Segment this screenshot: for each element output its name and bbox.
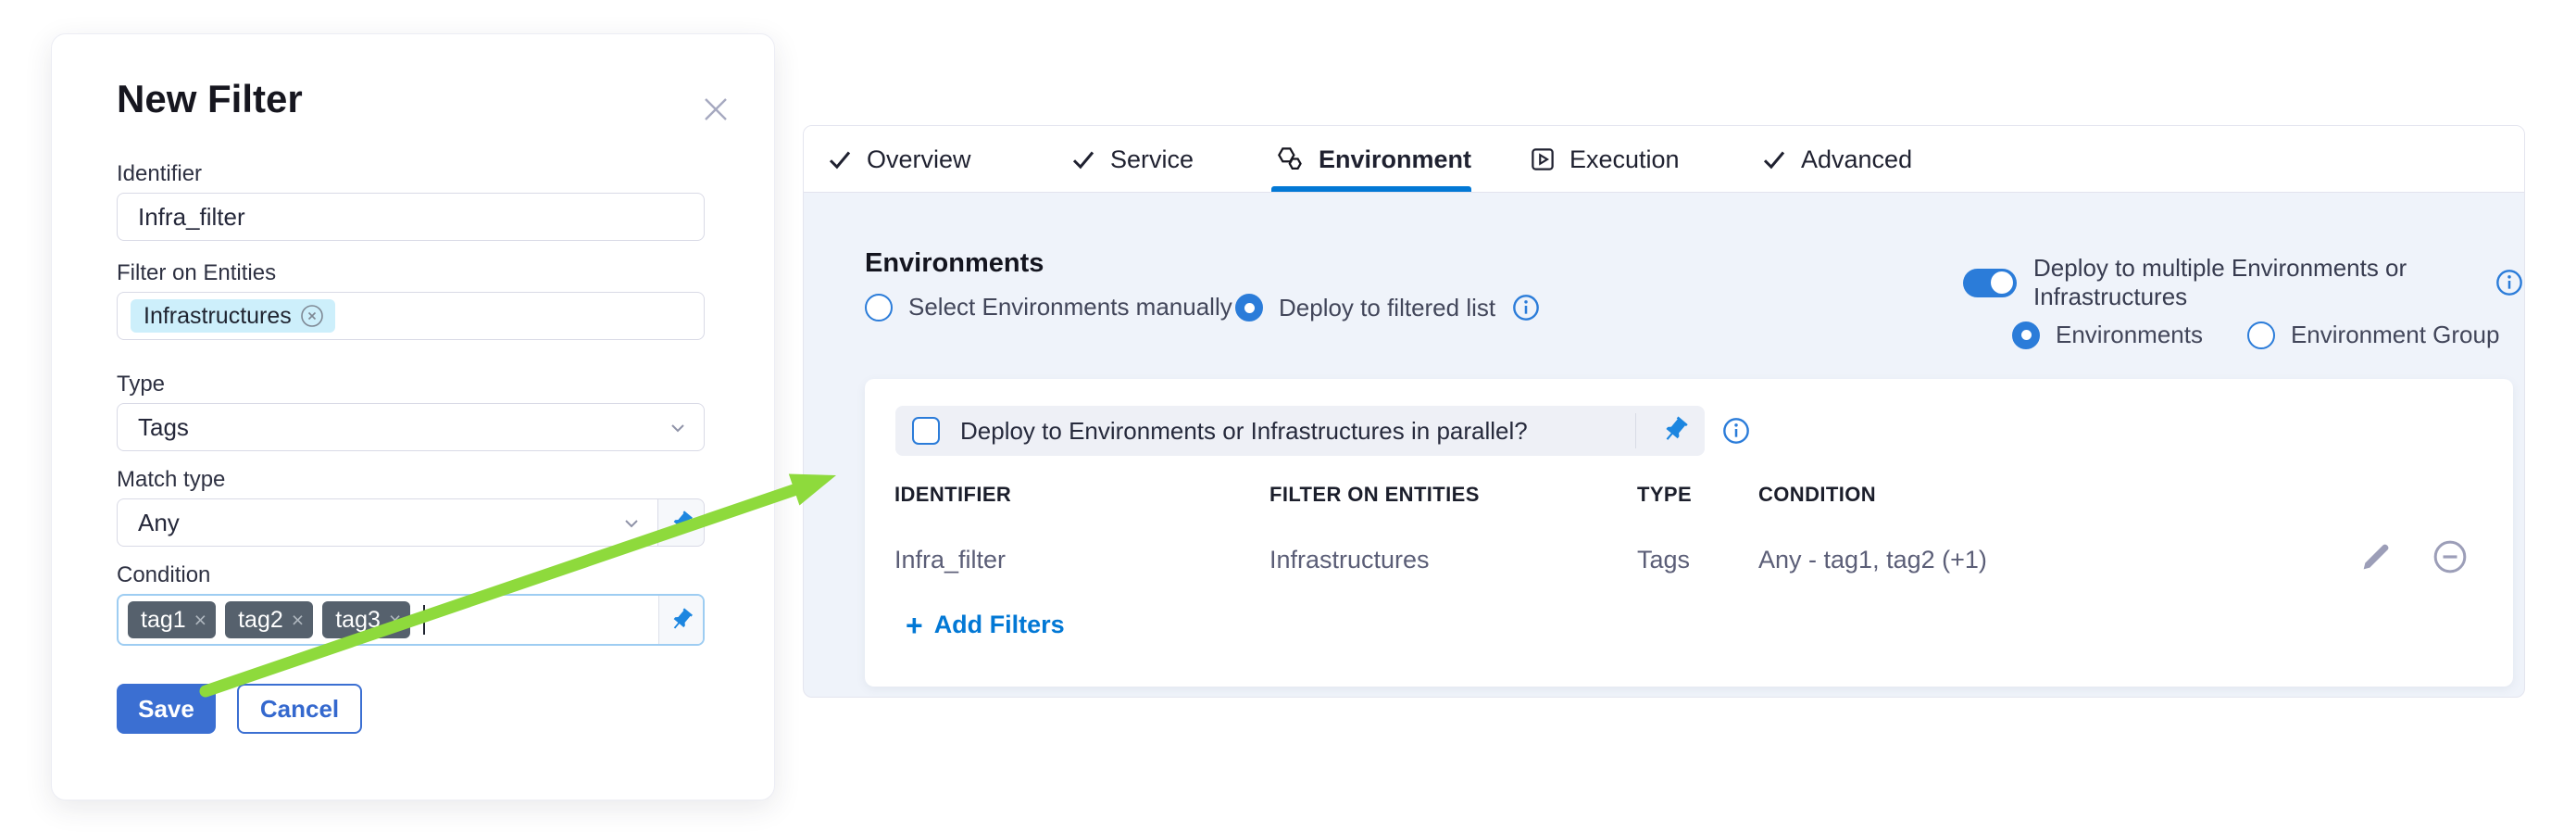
tab-label: Environment [1319,145,1471,174]
toggle-label: Deploy to multiple Environments or Infra… [2033,254,2478,311]
match-type-pin-button[interactable] [658,498,705,547]
active-tab-underline [1271,186,1471,192]
pipeline-stage-panel: Overview Service Environment Execution A… [803,125,2525,698]
radio-label: Deploy to filtered list [1279,294,1495,322]
pushpin-icon[interactable] [1660,415,1690,445]
identifier-input[interactable]: Infra_filter [117,193,705,241]
toggle-knob [1991,271,2013,294]
parallel-checkbox[interactable] [912,417,940,445]
radio-label: Select Environments manually [908,293,1232,321]
remove-tag-icon[interactable]: × [194,610,206,631]
tab-execution[interactable]: Execution [1529,126,1680,193]
tag-chip-label: tag1 [141,607,186,634]
tab-label: Advanced [1801,145,1912,174]
remove-tag-icon[interactable]: × [389,610,401,631]
column-header-type: TYPE [1637,483,1692,507]
parallel-option-bar: Deploy to Environments or Infrastructure… [895,406,1705,456]
radio-label: Environment Group [2291,321,2499,349]
tab-environment[interactable]: Environment [1276,126,1471,193]
multi-env-toggle-row: Deploy to multiple Environments or Infra… [1963,254,2524,311]
add-filters-label: Add Filters [934,611,1065,639]
chevron-down-icon [667,417,689,439]
condition-pin-button[interactable] [658,596,703,644]
close-icon[interactable] [698,92,733,127]
pushpin-icon [669,510,694,536]
stage-tab-bar: Overview Service Environment Execution A… [804,126,2524,193]
cancel-button[interactable]: Cancel [237,684,362,734]
circled-x-icon[interactable] [300,304,324,328]
tab-advanced[interactable]: Advanced [1760,126,1912,193]
tag-chip[interactable]: tag1 × [128,601,216,638]
check-icon [826,145,854,173]
play-box-icon [1529,145,1557,173]
info-icon[interactable] [1511,293,1541,322]
environments-heading: Environments [865,248,1044,279]
type-label: Type [117,372,774,397]
radio-environment-group[interactable]: Environment Group [2247,321,2499,349]
hexagons-icon [1276,145,1306,174]
cell-identifier: Infra_filter [894,546,1006,574]
tab-overview[interactable]: Overview [826,126,971,193]
cell-condition: Any - tag1, tag2 (+1) [1758,546,1987,574]
add-filters-button[interactable]: + Add Filters [906,611,1065,639]
type-select[interactable]: Tags [117,403,705,451]
cell-filter-on-entities: Infrastructures [1269,546,1430,574]
tag-chip-label: tag2 [238,607,283,634]
target-options-row: Environments Environment Group [2012,321,2499,349]
text-cursor [423,605,425,635]
info-icon[interactable] [1721,416,1751,446]
radio-icon[interactable] [1235,294,1263,321]
pushpin-icon [669,607,694,633]
filters-card: Deploy to Environments or Infrastructure… [865,379,2513,687]
radio-deploy-filtered[interactable]: Deploy to filtered list [1235,293,1541,322]
match-type-value: Any [138,509,180,537]
modal-title: New Filter [117,75,774,123]
radio-icon[interactable] [2012,321,2040,349]
column-header-identifier: IDENTIFIER [894,483,1011,507]
save-button[interactable]: Save [117,684,216,734]
info-icon[interactable] [2495,268,2524,297]
parallel-label: Deploy to Environments or Infrastructure… [960,417,1528,446]
tag-chip-label: tag3 [335,607,381,634]
condition-chips: tag1 × tag2 × tag3 × [119,601,658,638]
radio-environments[interactable]: Environments [2012,321,2203,349]
tab-service[interactable]: Service [1069,126,1194,193]
tab-label: Execution [1569,145,1680,174]
type-value: Tags [138,413,189,442]
radio-icon[interactable] [865,294,893,321]
entities-chip[interactable]: Infrastructures [131,299,335,333]
entities-chip-label: Infrastructures [144,303,292,330]
match-type-label: Match type [117,467,774,493]
tag-chip[interactable]: tag3 × [322,601,410,638]
identifier-label: Identifier [117,161,774,187]
condition-input[interactable]: tag1 × tag2 × tag3 × [117,594,705,646]
plus-icon: + [906,611,923,639]
condition-label: Condition [117,562,774,588]
new-filter-modal: New Filter Identifier Infra_filter Filte… [51,33,775,800]
filter-on-entities-label: Filter on Entities [117,260,774,286]
check-icon [1760,145,1788,173]
cell-type: Tags [1637,546,1690,574]
edit-pencil-icon[interactable] [2357,538,2395,575]
column-header-filter-on-entities: FILTER ON ENTITIES [1269,483,1480,507]
remove-tag-icon[interactable]: × [292,610,304,631]
radio-select-manually[interactable]: Select Environments manually [865,293,1232,321]
radio-label: Environments [2056,321,2203,349]
tab-label: Service [1110,145,1194,174]
environment-tab-content: Environments Select Environments manuall… [804,193,2524,698]
remove-minus-circle-icon[interactable] [2432,538,2469,575]
tag-chip[interactable]: tag2 × [225,601,313,638]
tab-label: Overview [867,145,971,174]
chevron-down-icon [620,512,643,535]
toggle-on[interactable] [1963,269,2017,297]
check-icon [1069,145,1097,173]
divider [1635,413,1636,448]
radio-icon[interactable] [2247,321,2275,349]
column-header-condition: CONDITION [1758,483,1876,507]
match-type-select[interactable]: Any [117,498,658,547]
identifier-value: Infra_filter [138,203,245,232]
filter-on-entities-input[interactable]: Infrastructures [117,292,705,340]
match-type-field: Any [117,498,705,547]
